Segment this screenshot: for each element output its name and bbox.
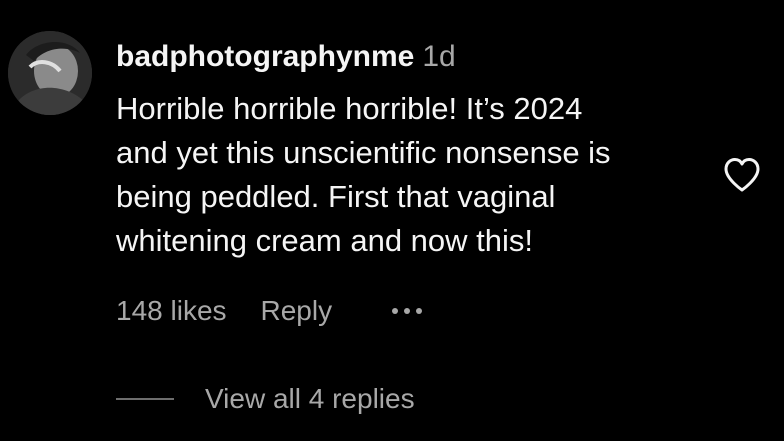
comment-text-line: whitening cream and now this!	[116, 223, 534, 258]
ellipsis-icon[interactable]	[392, 292, 423, 330]
comment-text-line: Horrible horrible horrible! It’s 2024	[116, 91, 583, 126]
heart-outline-icon[interactable]	[722, 156, 762, 194]
comment-header: badphotographynme 1d	[116, 38, 456, 76]
comment-actions: 148 likes Reply	[116, 292, 423, 330]
avatar-photo	[8, 31, 92, 115]
comment-text-line: and yet this unscientific nonsense is	[116, 135, 611, 170]
comment-text: Horrible horrible horrible! It’s 2024 an…	[116, 87, 716, 263]
reply-button[interactable]: Reply	[261, 292, 333, 330]
comment-text-line: being peddled. First that vaginal	[116, 179, 556, 214]
username[interactable]: badphotographynme	[116, 40, 414, 73]
likes-count[interactable]: 148 likes	[116, 292, 227, 330]
replies-divider	[116, 398, 174, 400]
avatar[interactable]	[8, 31, 92, 115]
view-replies-button[interactable]: View all 4 replies	[205, 380, 415, 418]
comment-time: 1d	[422, 40, 456, 73]
